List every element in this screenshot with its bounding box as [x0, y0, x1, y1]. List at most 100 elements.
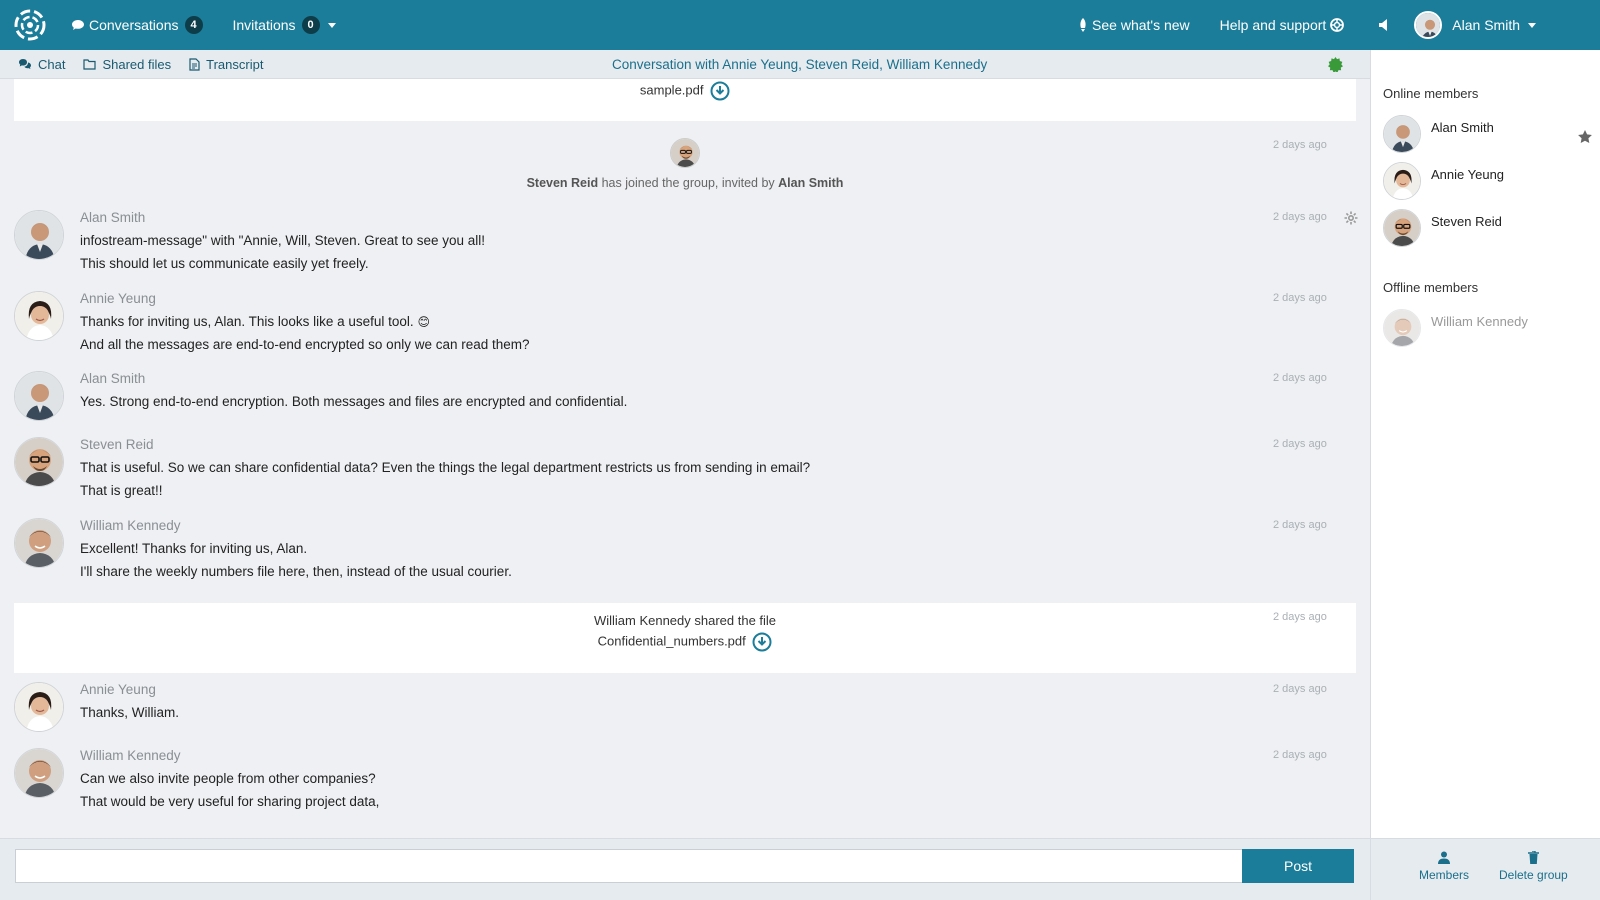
chat-icon: [19, 59, 31, 69]
chevron-down-icon: [327, 22, 336, 28]
message-author: Annie Yeung: [80, 682, 156, 697]
timestamp: 2 days ago: [1273, 519, 1327, 531]
message-text: Thanks for inviting us, Alan. This looks…: [80, 314, 430, 329]
message-text: That is useful. So we can share confiden…: [80, 460, 811, 475]
avatar: [1383, 115, 1421, 153]
message-text: Excellent! Thanks for inviting us, Alan.: [80, 541, 308, 556]
message-composer: Post: [0, 838, 1370, 900]
avatar: [14, 437, 64, 487]
join-inviter: Alan Smith: [778, 176, 844, 190]
message-text: Can we also invite people from other com…: [80, 771, 376, 786]
file-name: sample.pdf: [639, 82, 704, 98]
timestamp: 2 days ago: [1273, 211, 1327, 223]
avatar: [14, 210, 64, 260]
online-status-icon: [1328, 57, 1343, 72]
avatar: [14, 518, 64, 568]
tab-chat[interactable]: Chat: [18, 57, 65, 72]
timestamp: 2 days ago: [1273, 611, 1327, 623]
members-button[interactable]: Members: [1419, 851, 1469, 882]
message-text: Thanks, William.: [80, 705, 180, 720]
message-author: Alan Smith: [80, 210, 146, 225]
whats-new-link[interactable]: See what's new: [1077, 17, 1190, 33]
message-input[interactable]: [15, 849, 1243, 883]
message-text: That would be very useful for sharing pr…: [80, 794, 380, 809]
member-name: Alan Smith: [1431, 120, 1494, 135]
avatar: [1383, 162, 1421, 200]
timestamp: 2 days ago: [1273, 749, 1327, 761]
help-support-label: Help and support: [1219, 17, 1327, 33]
file-card-top: sample.pdf: [14, 79, 1356, 121]
avatar: [1383, 309, 1421, 347]
top-navbar: Conversations 4 Invitations 0 See what's…: [0, 0, 1600, 50]
online-members-heading: Online members: [1383, 86, 1479, 101]
member-item[interactable]: William Kennedy: [1383, 309, 1593, 349]
message-text: infostream-message" with "Annie, Will, S…: [80, 233, 486, 248]
chevron-down-icon: [1528, 22, 1536, 28]
timestamp: 2 days ago: [1273, 683, 1327, 695]
conversation-title: Conversation with Annie Yeung, Steven Re…: [612, 57, 988, 72]
tab-chat-label: Chat: [38, 56, 66, 72]
whats-new-label: See what's new: [1092, 17, 1190, 33]
nav-invitations-label: Invitations: [232, 17, 296, 33]
member-item[interactable]: Steven Reid: [1383, 209, 1593, 249]
message-author: William Kennedy: [80, 748, 181, 763]
chat-bubble-icon: [72, 20, 84, 30]
gear-icon[interactable]: [1344, 211, 1358, 225]
offline-members-heading: Offline members: [1383, 280, 1479, 295]
members-sidebar: Online members Alan Smith Annie Yeung St…: [1370, 50, 1600, 900]
delete-group-button[interactable]: Delete group: [1499, 851, 1568, 882]
message-text-content: Thanks for inviting us, Alan. This looks…: [80, 314, 414, 329]
avatar: [1383, 209, 1421, 247]
sound-toggle-icon[interactable]: [1378, 19, 1388, 31]
join-person: Steven Reid: [526, 176, 599, 190]
rocket-icon: [1080, 18, 1086, 32]
member-item[interactable]: Alan Smith: [1383, 115, 1593, 155]
app-logo-icon[interactable]: [13, 8, 47, 42]
star-icon[interactable]: [1577, 129, 1593, 145]
member-name: Steven Reid: [1431, 214, 1502, 229]
members-button-label: Members: [1419, 868, 1470, 882]
message-author: Annie Yeung: [80, 291, 156, 306]
message-text: I'll share the weekly numbers file here,…: [80, 564, 512, 579]
message-text: Yes. Strong end-to-end encryption. Both …: [80, 394, 628, 409]
folder-icon: [83, 58, 97, 70]
document-icon: [189, 57, 200, 71]
timestamp: 2 days ago: [1273, 139, 1327, 151]
timestamp: 2 days ago: [1273, 372, 1327, 384]
member-item[interactable]: Annie Yeung: [1383, 162, 1593, 202]
avatar: [670, 138, 700, 168]
member-name: Annie Yeung: [1431, 167, 1505, 182]
trash-icon: [1527, 851, 1539, 864]
shared-file-card: William Kennedy shared the file Confiden…: [14, 603, 1356, 673]
invitations-count-badge: 0: [301, 16, 320, 34]
avatar: [14, 682, 64, 732]
join-event: Steven Reid has joined the group, invite…: [0, 138, 1370, 190]
nav-invitations[interactable]: Invitations 0: [233, 16, 336, 34]
smiley-icon: 😊: [417, 315, 430, 329]
tab-transcript-label: Transcript: [206, 56, 264, 72]
user-name: Alan Smith: [1452, 17, 1520, 33]
tab-shared-files[interactable]: Shared files: [83, 57, 171, 72]
conversations-count-badge: 4: [184, 16, 203, 34]
nav-conversations[interactable]: Conversations 4: [71, 16, 203, 34]
download-icon[interactable]: [752, 632, 772, 652]
conversation-toolbar: Chat Shared files Transcript Conversatio…: [0, 50, 1370, 79]
help-support-link[interactable]: Help and support: [1220, 17, 1345, 33]
post-button[interactable]: Post: [1242, 849, 1354, 883]
chat-transcript[interactable]: sample.pdf Steven Reid has joined the gr…: [0, 79, 1370, 838]
file-name[interactable]: Confidential_numbers.pdf: [598, 633, 746, 648]
lifebuoy-icon: [1330, 18, 1345, 32]
member-name: William Kennedy: [1431, 314, 1528, 329]
user-icon: [1438, 851, 1450, 864]
user-menu[interactable]: Alan Smith: [1414, 11, 1536, 39]
timestamp: 2 days ago: [1273, 438, 1327, 450]
avatar: [14, 748, 64, 798]
avatar: [14, 371, 64, 421]
timestamp: 2 days ago: [1273, 292, 1327, 304]
tab-transcript[interactable]: Transcript: [189, 57, 263, 72]
message-author: William Kennedy: [80, 518, 181, 533]
join-text: has joined the group, invited by: [601, 176, 775, 190]
delete-group-label: Delete group: [1499, 868, 1568, 882]
nav-conversations-label: Conversations: [89, 17, 179, 33]
download-icon[interactable]: [710, 81, 730, 101]
